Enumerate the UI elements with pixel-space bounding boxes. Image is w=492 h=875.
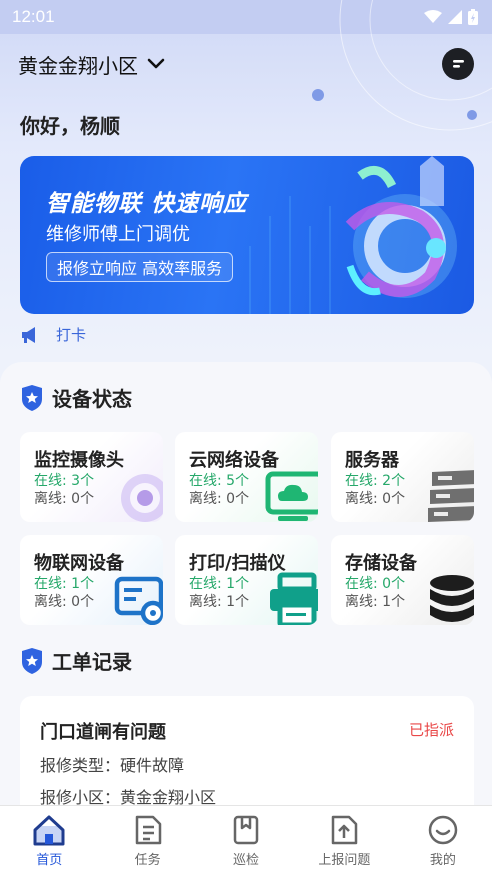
notice-text: 打卡 (56, 326, 87, 344)
device-card-iot[interactable]: 物联网设备 在线: 1个 离线: 0个 (20, 535, 163, 625)
inspection-icon (233, 815, 259, 845)
order-status-badge: 已指派 (408, 721, 454, 739)
device-name: 服务器 (345, 450, 399, 471)
chat-bubble-icon (453, 60, 464, 68)
promo-banner[interactable]: 智能物联 快速响应 维修师傅上门调优 报修立响应 高效率服务 (20, 156, 474, 314)
device-offline-count: 离线: 0个 (34, 491, 95, 507)
shield-star-icon (22, 384, 42, 411)
device-online-count: 在线: 5个 (189, 473, 250, 489)
tab-profile[interactable]: 我的 (394, 806, 492, 875)
server-icon (428, 470, 474, 522)
tab-home[interactable]: 首页 (0, 806, 98, 875)
order-type-label: 报修类型： (40, 756, 121, 775)
device-name: 存储设备 (345, 553, 417, 574)
tab-report-label: 上报问题 (318, 853, 371, 868)
device-offline-count: 离线: 0个 (189, 491, 250, 507)
device-offline-count: 离线: 0个 (345, 491, 406, 507)
tab-inspection[interactable]: 巡检 (197, 806, 295, 875)
order-type-row: 报修类型：硬件故障 (40, 752, 184, 776)
banner-subtitle: 维修师傅上门调优 (46, 224, 190, 245)
notice-bar[interactable]: 打卡 (20, 324, 86, 345)
device-card-server[interactable]: 服务器 在线: 2个 离线: 0个 (331, 432, 474, 522)
device-online-count: 在线: 0个 (345, 576, 406, 592)
task-icon (135, 815, 161, 845)
device-online-count: 在线: 2个 (345, 473, 406, 489)
megaphone-icon (22, 326, 35, 343)
order-type-value: 硬件故障 (120, 756, 185, 775)
device-card-cloud-network[interactable]: 云网络设备 在线: 5个 离线: 0个 (175, 432, 318, 522)
iot-card-icon (114, 576, 163, 625)
status-icons (424, 9, 478, 25)
shield-star-icon (22, 647, 42, 674)
device-name: 物联网设备 (34, 553, 124, 574)
database-icon (430, 575, 474, 622)
greeting: 你好，杨顺 (20, 114, 120, 138)
device-online-count: 在线: 3个 (34, 473, 95, 489)
tab-task[interactable]: 任务 (98, 806, 196, 875)
device-name: 监控摄像头 (34, 450, 124, 471)
camera-icon (121, 474, 163, 522)
order-title: 门口道闸有问题 (40, 722, 166, 743)
signal-icon (448, 10, 462, 24)
community-name: 黄金金翔小区 (18, 53, 138, 78)
tab-report[interactable]: 上报问题 (295, 806, 393, 875)
device-section-title: 设备状态 (20, 383, 132, 412)
device-offline-count: 离线: 1个 (189, 594, 250, 610)
banner-title: 智能物联 快速响应 (46, 191, 248, 217)
device-card-storage[interactable]: 存储设备 在线: 0个 离线: 1个 (331, 535, 474, 625)
order-section-label: 工单记录 (52, 650, 132, 674)
tab-home-label: 首页 (36, 853, 63, 868)
community-selector[interactable]: 黄金金翔小区 (18, 50, 166, 79)
tab-task-label: 任务 (134, 853, 161, 868)
header: 黄金金翔小区 (18, 46, 474, 82)
device-offline-count: 离线: 0个 (34, 594, 95, 610)
wifi-icon (424, 10, 442, 23)
home-icon (33, 815, 65, 846)
tab-inspection-label: 巡检 (233, 853, 260, 868)
report-icon (332, 815, 358, 845)
device-card-camera[interactable]: 监控摄像头 在线: 3个 离线: 0个 (20, 432, 163, 522)
order-section-title: 工单记录 (20, 646, 132, 675)
device-section-label: 设备状态 (52, 387, 132, 411)
device-card-printer[interactable]: 打印/扫描仪 在线: 1个 离线: 1个 (175, 535, 318, 625)
device-offline-count: 离线: 1个 (345, 594, 406, 610)
cloud-monitor-icon (265, 471, 318, 521)
device-online-count: 在线: 1个 (34, 576, 95, 592)
message-button[interactable] (442, 48, 474, 80)
bottom-tab-bar: 首页 任务 巡检 上报问题 我的 (0, 805, 492, 875)
battery-icon (468, 9, 478, 25)
banner-tag: 报修立响应 高效率服务 (46, 252, 234, 282)
status-time: 12:01 (12, 7, 55, 26)
chevron-down-icon (147, 58, 165, 69)
printer-icon (270, 572, 318, 625)
device-online-count: 在线: 1个 (189, 576, 250, 592)
tab-profile-label: 我的 (429, 853, 456, 868)
status-bar: 12:01 (0, 0, 492, 34)
profile-icon (428, 815, 458, 845)
